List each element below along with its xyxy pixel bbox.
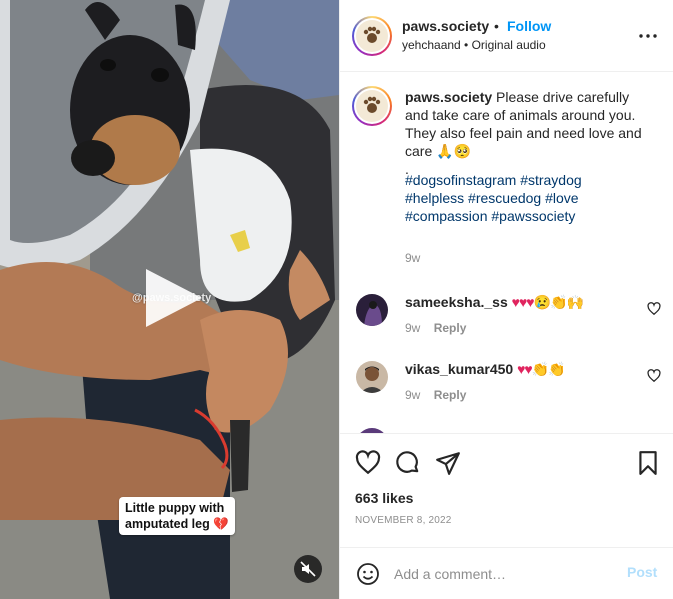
commenter-avatar[interactable] [356, 294, 388, 326]
comment-like-heart-icon[interactable] [647, 302, 661, 316]
caption-username[interactable]: paws.society [405, 89, 492, 105]
comment-text: ♥♥👏👏 [517, 361, 565, 377]
sticker-line-2: amputated leg 💔 [125, 517, 229, 531]
paper-plane-icon[interactable] [435, 450, 461, 476]
comment-item: sameeksha._ss ♥♥♥😢👏🙌 9w Reply [352, 294, 662, 354]
comment-composer: Post [340, 547, 673, 599]
post-side-panel: paws.society • Follow yehchaand • Origin… [339, 0, 673, 599]
reply-button[interactable]: Reply [434, 388, 467, 402]
avatar-image [356, 294, 388, 326]
commenter-avatar[interactable] [356, 361, 388, 393]
comment-username[interactable]: sameeksha._ss ♥♥♥😢👏🙌 [405, 294, 584, 311]
hashtag-link[interactable]: #pawssociety [491, 208, 575, 224]
muted-speaker-icon [300, 561, 316, 577]
comment-username-text[interactable]: sameeksha._ss [405, 294, 508, 310]
smiley-icon[interactable] [356, 562, 380, 586]
hashtag-link[interactable]: #compassion [405, 208, 488, 224]
author-avatar[interactable] [352, 16, 392, 56]
post-date: NOVEMBER 8, 2022 [355, 515, 452, 526]
comment-input[interactable] [394, 560, 614, 588]
hashtag-link[interactable]: #helpless [405, 190, 464, 206]
hashtag-link[interactable]: #straydog [520, 172, 581, 188]
caption-avatar[interactable] [352, 86, 392, 126]
comment-like-heart-icon[interactable] [647, 369, 661, 383]
author-username[interactable]: paws.society [402, 18, 489, 34]
paw-logo-icon [363, 96, 381, 113]
likes-count[interactable]: 663 likes [355, 490, 413, 506]
comment-meta: 9w Reply [405, 321, 466, 335]
play-icon[interactable] [140, 265, 206, 331]
caption-timestamp: 9w [405, 251, 421, 265]
sticker-line-1: Little puppy with [125, 501, 225, 515]
hashtag-link[interactable]: #dogsofinstagram [405, 172, 516, 188]
audio-subtitle[interactable]: yehchaand • Original audio [402, 38, 546, 52]
avatar-image [356, 361, 388, 393]
follow-button[interactable]: Follow [507, 18, 551, 34]
post-video[interactable]: @paws.society Little puppy with amputate… [0, 0, 339, 599]
comments-list[interactable]: paws.society Please drive carefully and … [340, 72, 673, 433]
hashtag-link[interactable]: #rescuedog [468, 190, 541, 206]
reply-button[interactable]: Reply [434, 321, 467, 335]
hashtag-link[interactable]: #love [545, 190, 578, 206]
comment-text: ♥♥♥😢👏🙌 [511, 294, 584, 310]
comment-meta: 9w Reply [405, 388, 466, 402]
comment-timestamp: 9w [405, 321, 421, 335]
comment-item: vikas_kumar450 ♥♥👏👏 9w Reply [352, 361, 662, 421]
header-separator: • [494, 18, 499, 34]
comment-username-text[interactable]: vikas_kumar450 [405, 361, 513, 377]
comment-bubble-icon[interactable] [395, 450, 421, 476]
post-actions: 663 likes NOVEMBER 8, 2022 [340, 433, 673, 547]
more-options-icon[interactable] [636, 26, 660, 46]
caption-text: paws.society Please drive carefully and … [405, 88, 655, 178]
mute-toggle-button[interactable] [294, 555, 322, 583]
post-header: paws.society • Follow yehchaand • Origin… [340, 0, 673, 72]
caption-hashtags: #dogsofinstagram #straydog #helpless #re… [405, 171, 655, 225]
post-comment-button[interactable]: Post [627, 564, 657, 580]
comment-timestamp: 9w [405, 388, 421, 402]
comment-username[interactable]: vikas_kumar450 ♥♥👏👏 [405, 361, 566, 378]
video-caption-sticker: Little puppy with amputated leg 💔 [119, 497, 235, 535]
paw-logo-icon [363, 26, 381, 43]
heart-icon[interactable] [355, 450, 381, 476]
bookmark-icon[interactable] [635, 450, 661, 476]
